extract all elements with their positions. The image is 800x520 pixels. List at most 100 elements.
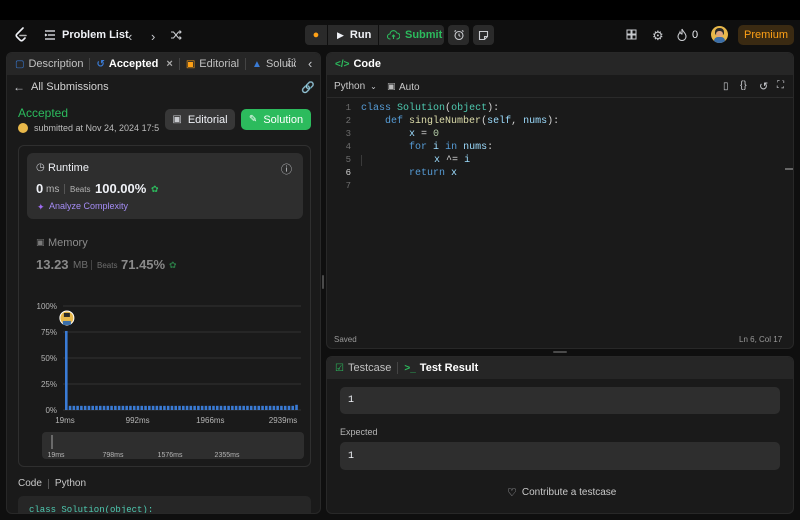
distribution-bar — [283, 405, 287, 410]
distribution-bar — [212, 405, 215, 410]
range-tick-label: 2355ms — [215, 452, 240, 459]
line-number: 7 — [345, 181, 351, 191]
layout-grid-icon[interactable] — [626, 29, 637, 40]
checkbox-icon: ☑ — [335, 362, 344, 374]
fullscreen-icon[interactable]: ⛶ — [777, 80, 784, 91]
test-tab-bar: ☑ Testcase >_ Test Result — [327, 357, 793, 379]
run-label: Run — [349, 29, 372, 41]
back-to-submissions[interactable]: ← All Submissions — [13, 80, 109, 94]
mode-label[interactable]: Auto — [399, 82, 420, 93]
distribution-bar — [155, 405, 159, 410]
distribution-bar — [83, 405, 87, 410]
premium-button[interactable]: Premium — [738, 25, 794, 45]
editor-toolbar: Python ⌄ ▣ Auto ▯ {} ↺ ⛶ — [327, 76, 793, 98]
panel-resize-handle[interactable] — [553, 351, 567, 353]
y-tick-label: 100% — [37, 302, 57, 311]
distribution-bar — [166, 405, 170, 410]
code-line-2: def singleNumber(self, nums): — [385, 116, 560, 127]
range-slider[interactable]: 19ms 798ms 1576ms 2355ms — [42, 432, 304, 459]
chevron-down-icon: ⌄ — [370, 82, 377, 91]
close-tab-icon[interactable]: × — [166, 58, 172, 70]
distribution-bar — [98, 405, 102, 410]
distribution-bar — [197, 405, 200, 410]
tab-testcase[interactable]: ☑ Testcase — [327, 357, 397, 379]
distribution-bar — [102, 405, 106, 410]
run-button[interactable]: ▶ Run — [328, 25, 378, 45]
line-number: 5 — [345, 155, 351, 165]
distribution-bar — [189, 405, 193, 410]
format-braces-icon[interactable]: {} — [740, 80, 747, 91]
x-tick-label: 19ms — [55, 416, 75, 425]
notes-button[interactable] — [473, 25, 494, 45]
tab-accepted[interactable]: ↺ Accepted × — [90, 53, 178, 75]
distribution-bar — [117, 405, 121, 410]
expected-label: Expected — [340, 427, 378, 437]
line-number: 3 — [345, 129, 351, 139]
tab-description[interactable]: ▢ Description — [7, 53, 89, 75]
distribution-bar — [114, 405, 117, 410]
distribution-bar — [178, 405, 181, 410]
memory-value: 13.23 — [36, 257, 69, 272]
runtime-card[interactable]: ◷ Runtime ⓘ 0 ms Beats 100.00% ✿ ✦ Analy… — [27, 153, 303, 219]
tab-test-result[interactable]: >_ Test Result — [398, 357, 484, 379]
distribution-bar — [151, 405, 155, 410]
distribution-bar — [242, 405, 245, 410]
maximize-icon[interactable]: ⛶ — [288, 58, 295, 69]
distribution-bar — [76, 405, 79, 410]
submit-label: Submit — [405, 29, 443, 41]
contribute-testcase-link[interactable]: ♡ Contribute a testcase — [507, 486, 616, 499]
distribution-bar — [253, 405, 257, 410]
next-problem-icon[interactable]: › — [151, 29, 155, 44]
timer-button[interactable] — [448, 25, 469, 45]
user-avatar[interactable] — [711, 26, 728, 43]
submit-button[interactable]: Submit — [379, 25, 444, 45]
vertical-resize-handle[interactable] — [322, 275, 324, 289]
info-icon[interactable]: ⓘ — [281, 161, 292, 177]
y-tick-label: 75% — [41, 328, 57, 337]
problem-list-link[interactable]: Problem List — [62, 29, 129, 41]
submitted-at: submitted at Nov 24, 2024 17:5 — [34, 123, 160, 133]
runtime-distribution-chart[interactable]: 100% 75% 50% 25% 0%19ms 992ms 1966ms 2939ms — [19, 294, 312, 425]
solution-button[interactable]: ✎ Solution — [241, 109, 311, 130]
leetcode-logo-icon[interactable] — [14, 27, 28, 43]
distribution-bar — [223, 405, 227, 410]
clock-icon: ◷ — [36, 162, 45, 173]
debug-button[interactable]: ● — [305, 25, 327, 45]
tab-code[interactable]: </> Code — [327, 53, 387, 75]
submission-panel: ▢ Description ↺ Accepted × ▣ Editorial ▲… — [6, 52, 321, 514]
shuffle-icon[interactable] — [170, 29, 182, 41]
distribution-bar — [144, 405, 147, 410]
terminal-icon: >_ — [404, 362, 416, 374]
settings-gear-icon[interactable]: ⚙ — [652, 28, 664, 44]
distribution-bar — [265, 405, 268, 410]
expected-value-box: 1 — [340, 442, 780, 470]
editorial-button[interactable]: ▣ Editorial — [165, 109, 235, 130]
tab-editorial[interactable]: ▣ Editorial — [180, 53, 245, 75]
bookmark-icon[interactable]: ▯ — [723, 81, 729, 92]
collapse-panel-icon[interactable]: ‹ — [308, 56, 312, 71]
distribution-bar — [204, 405, 208, 410]
code-editor-content[interactable]: class Solution(object): def singleNumber… — [361, 102, 761, 202]
memory-card[interactable]: ▣ Memory 13.23 MB Beats 71.45% ✿ — [27, 229, 303, 279]
code-preview-box[interactable]: class Solution(object): — [18, 496, 311, 513]
y-tick-label: 25% — [41, 380, 57, 389]
prev-problem-icon[interactable]: ‹ — [128, 29, 132, 44]
distribution-bar — [95, 405, 98, 410]
analyze-complexity-link[interactable]: Analyze Complexity — [49, 201, 128, 211]
distribution-bar — [68, 405, 72, 410]
range-tick-label: 1576ms — [158, 452, 183, 459]
language-select[interactable]: Python ⌄ — [334, 81, 377, 92]
streak-flame-icon[interactable] — [677, 28, 687, 41]
link-icon[interactable]: 🔗 — [301, 81, 315, 94]
code-lang-label: Python — [54, 478, 87, 489]
scrollbar-marker[interactable] — [785, 168, 793, 170]
distribution-bar — [287, 405, 291, 410]
problem-list-icon[interactable] — [44, 29, 56, 41]
reset-icon[interactable]: ↺ — [759, 80, 768, 93]
editorial-button-label: Editorial — [187, 113, 228, 126]
distribution-bar — [136, 405, 140, 410]
test-panel: ☑ Testcase >_ Test Result 1 Expected 1 ♡… — [326, 356, 794, 514]
distribution-bar — [227, 405, 230, 410]
distribution-bar — [182, 405, 185, 410]
distribution-bar — [87, 405, 91, 410]
